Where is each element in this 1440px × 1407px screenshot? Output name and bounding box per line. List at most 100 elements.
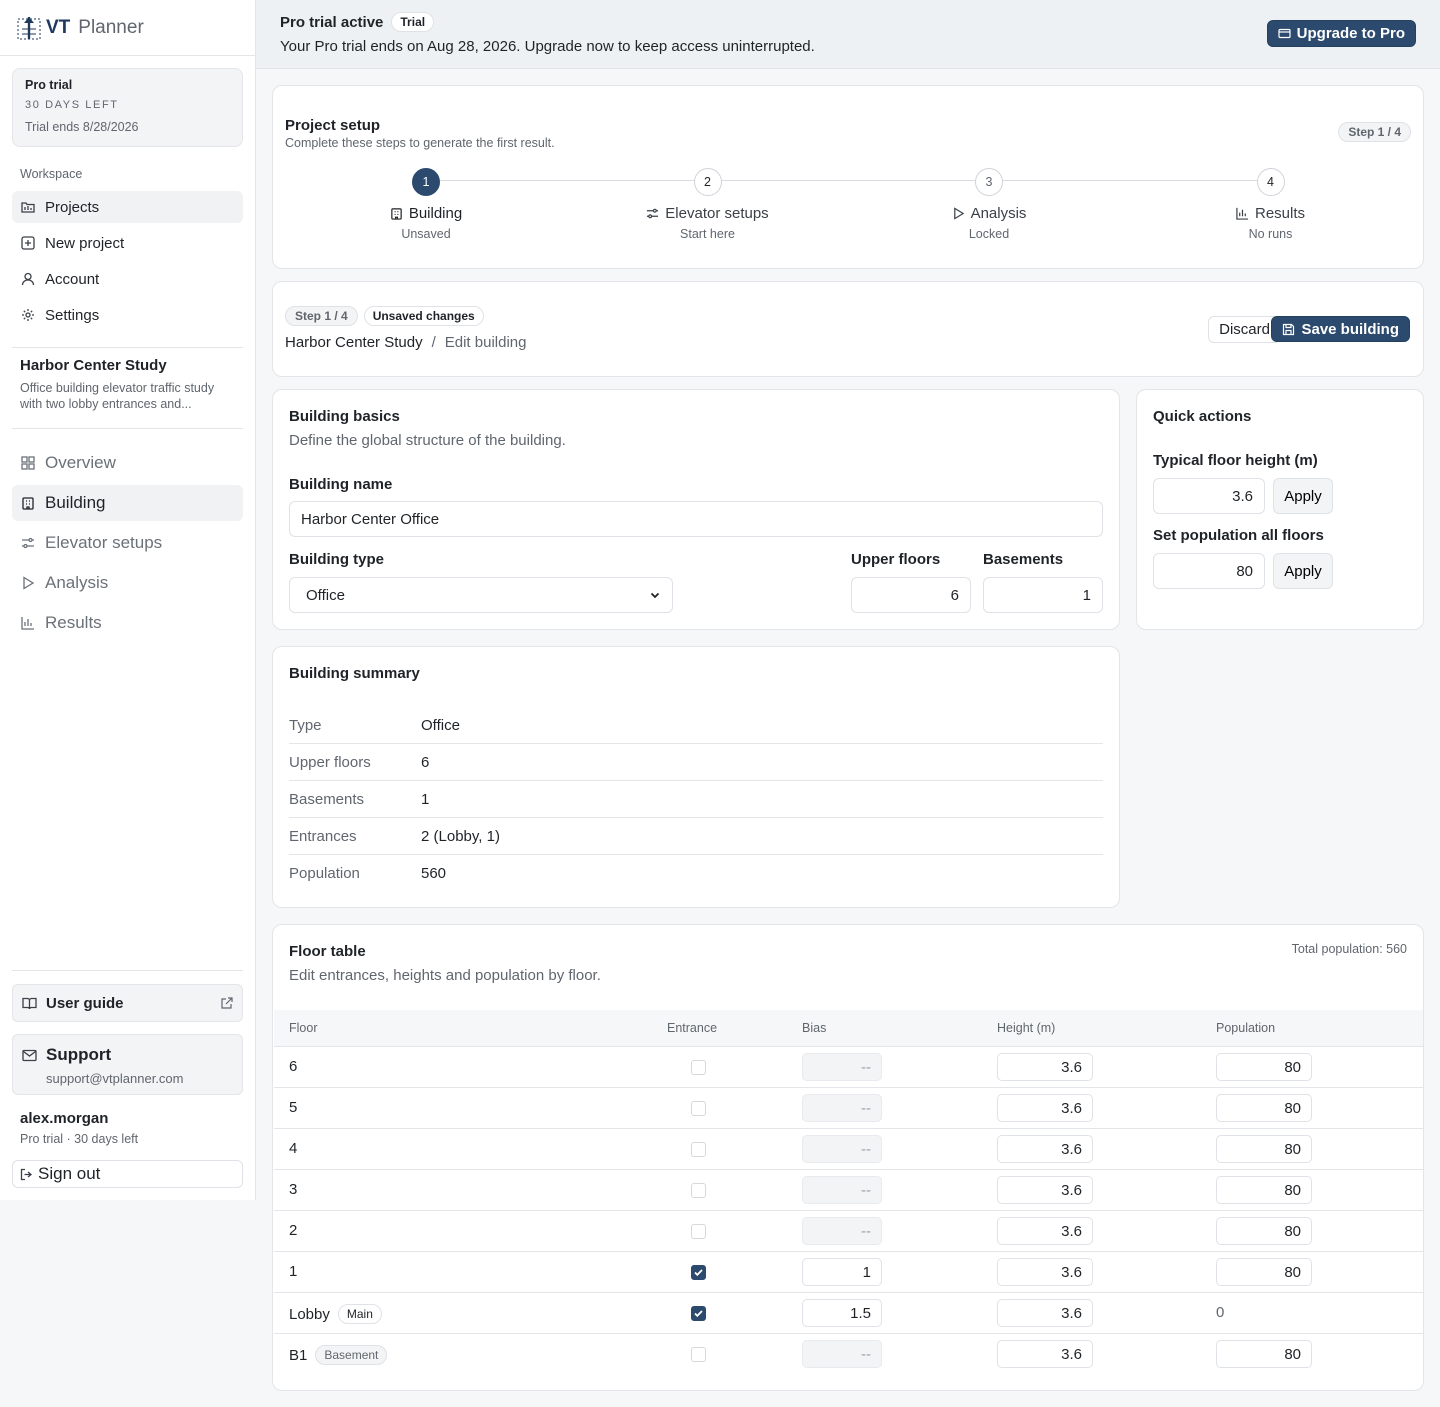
population-input[interactable]: 80 xyxy=(1216,1258,1312,1286)
sidebar-item-projects[interactable]: Projects xyxy=(12,191,243,223)
population-input[interactable]: 80 xyxy=(1153,553,1265,589)
entrance-checkbox[interactable] xyxy=(691,1265,706,1280)
summary-key: Upper floors xyxy=(289,753,371,771)
summary-row: Basements 1 xyxy=(289,781,1103,818)
floor-table-card: Floor table Edit entrances, heights and … xyxy=(272,924,1424,1391)
step-building[interactable]: 1 Building Unsaved xyxy=(336,168,516,241)
building-type-label: Building type xyxy=(289,551,384,568)
entrance-checkbox[interactable] xyxy=(691,1183,706,1198)
population-value: 80 xyxy=(1284,1058,1301,1076)
col-height: Height (m) xyxy=(997,1021,1056,1035)
population-input[interactable]: 80 xyxy=(1216,1217,1312,1245)
entrance-checkbox[interactable] xyxy=(691,1224,706,1239)
entrance-checkbox[interactable] xyxy=(691,1101,706,1116)
credit-card-icon xyxy=(1278,27,1291,40)
sidebar-item-new-project[interactable]: New project xyxy=(12,227,243,259)
sidebar-item-settings[interactable]: Settings xyxy=(12,299,243,331)
bias-input[interactable]: 1.5 xyxy=(802,1299,882,1327)
floor-table-subtitle: Edit entrances, heights and population b… xyxy=(289,967,601,984)
play-icon xyxy=(952,207,965,220)
support-title: Support xyxy=(46,1045,112,1064)
sign-out-button[interactable]: Sign out xyxy=(12,1160,243,1188)
trial-status-box: Pro trial 30 DAYS LEFT Trial ends 8/28/2… xyxy=(12,68,243,147)
height-value: 3.6 xyxy=(1061,1304,1082,1322)
basements-value: 1 xyxy=(1082,586,1091,604)
setup-subtitle: Complete these steps to generate the fir… xyxy=(285,136,555,150)
basements-input[interactable]: 1 xyxy=(983,577,1103,613)
step-elevator-setups[interactable]: 2 Elevator setups Start here xyxy=(618,168,798,241)
upper-floors-input[interactable]: 6 xyxy=(851,577,971,613)
building-type-select[interactable]: Office xyxy=(289,577,673,613)
project-nav-elevator-setups[interactable]: Elevator setups xyxy=(12,525,243,561)
project-nav-analysis[interactable]: Analysis xyxy=(12,565,243,601)
project-nav-overview[interactable]: Overview xyxy=(12,445,243,481)
floor-height-input[interactable]: 3.6 xyxy=(1153,478,1265,514)
building-icon xyxy=(390,207,403,220)
height-input[interactable]: 3.6 xyxy=(997,1053,1093,1081)
height-value: 3.6 xyxy=(1061,1099,1082,1117)
population-input[interactable]: 80 xyxy=(1216,1135,1312,1163)
sidebar-item-label: Projects xyxy=(45,198,100,216)
project-setup-card: Project setup Complete these steps to ge… xyxy=(272,85,1424,269)
height-input[interactable]: 3.6 xyxy=(997,1135,1093,1163)
height-input[interactable]: 3.6 xyxy=(997,1258,1093,1286)
building-type-value: Office xyxy=(306,586,345,604)
support-box[interactable]: Support support@vtplanner.com xyxy=(12,1034,243,1095)
table-row: B1 Basement -- 3.6 80 xyxy=(274,1334,1423,1375)
col-floor: Floor xyxy=(289,1021,318,1035)
edit-step-pill: Step 1 / 4 xyxy=(285,306,358,326)
height-input[interactable]: 3.6 xyxy=(997,1217,1093,1245)
height-value: 3.6 xyxy=(1061,1181,1082,1199)
breadcrumb-separator: / xyxy=(431,334,436,351)
summary-row: Type Office xyxy=(289,707,1103,744)
divider xyxy=(12,347,243,348)
height-input[interactable]: 3.6 xyxy=(997,1094,1093,1122)
sign-out-label: Sign out xyxy=(38,1164,101,1183)
step-number: 2 xyxy=(693,168,722,196)
step-analysis[interactable]: 3 Analysis Locked xyxy=(899,168,1079,241)
bias-input[interactable]: 1 xyxy=(802,1258,882,1286)
sidebar-item-label: Account xyxy=(45,270,100,288)
save-building-button[interactable]: Save building xyxy=(1271,316,1410,342)
summary-value: 2 (Lobby, 1) xyxy=(421,827,500,845)
building-name-label: Building name xyxy=(289,476,393,493)
breadcrumb: Harbor Center Study / Edit building xyxy=(285,334,526,351)
bias-value: -- xyxy=(861,1222,871,1240)
apply-height-button[interactable]: Apply xyxy=(1273,478,1333,514)
sidebar-item-account[interactable]: Account xyxy=(12,263,243,295)
floor-tag: Main xyxy=(337,1304,382,1324)
step-number: 3 xyxy=(975,168,1003,196)
apply-population-button[interactable]: Apply xyxy=(1273,553,1333,589)
population-input[interactable]: 80 xyxy=(1216,1053,1312,1081)
sliders-icon xyxy=(21,536,35,550)
project-nav-label: Overview xyxy=(45,453,116,472)
sidebar-item-label: New project xyxy=(45,234,125,252)
trial-ends: Trial ends 8/28/2026 xyxy=(25,120,139,134)
population-input[interactable]: 80 xyxy=(1216,1340,1312,1368)
height-input[interactable]: 3.6 xyxy=(997,1176,1093,1204)
breadcrumb-project[interactable]: Harbor Center Study xyxy=(285,334,423,351)
brand-logo[interactable]: VT Planner xyxy=(0,0,255,56)
banner-text: Your Pro trial ends on Aug 28, 2026. Upg… xyxy=(280,38,815,55)
building-name-input[interactable]: Harbor Center Office xyxy=(289,501,1103,537)
population-input[interactable]: 80 xyxy=(1216,1176,1312,1204)
setup-step-pill: Step 1 / 4 xyxy=(1338,122,1411,142)
height-value: 3.6 xyxy=(1061,1058,1082,1076)
entrance-checkbox[interactable] xyxy=(691,1060,706,1075)
step-results[interactable]: 4 Results No runs xyxy=(1181,168,1361,241)
entrance-checkbox[interactable] xyxy=(691,1142,706,1157)
population-input[interactable]: 80 xyxy=(1216,1094,1312,1122)
upgrade-button[interactable]: Upgrade to Pro xyxy=(1266,20,1416,47)
height-input[interactable]: 3.6 xyxy=(997,1299,1093,1327)
project-nav-results[interactable]: Results xyxy=(12,605,243,641)
entrance-checkbox[interactable] xyxy=(691,1306,706,1321)
summary-title: Building summary xyxy=(289,665,420,682)
entrance-checkbox[interactable] xyxy=(691,1347,706,1362)
bias-value: -- xyxy=(861,1099,871,1117)
building-basics-card: Building basics Define the global struct… xyxy=(272,389,1120,630)
height-input[interactable]: 3.6 xyxy=(997,1340,1093,1368)
project-nav-building[interactable]: Building xyxy=(12,485,243,521)
user-guide-link[interactable]: User guide xyxy=(12,984,243,1022)
discard-button[interactable]: Discard xyxy=(1208,316,1281,343)
support-email[interactable]: support@vtplanner.com xyxy=(46,1071,233,1086)
